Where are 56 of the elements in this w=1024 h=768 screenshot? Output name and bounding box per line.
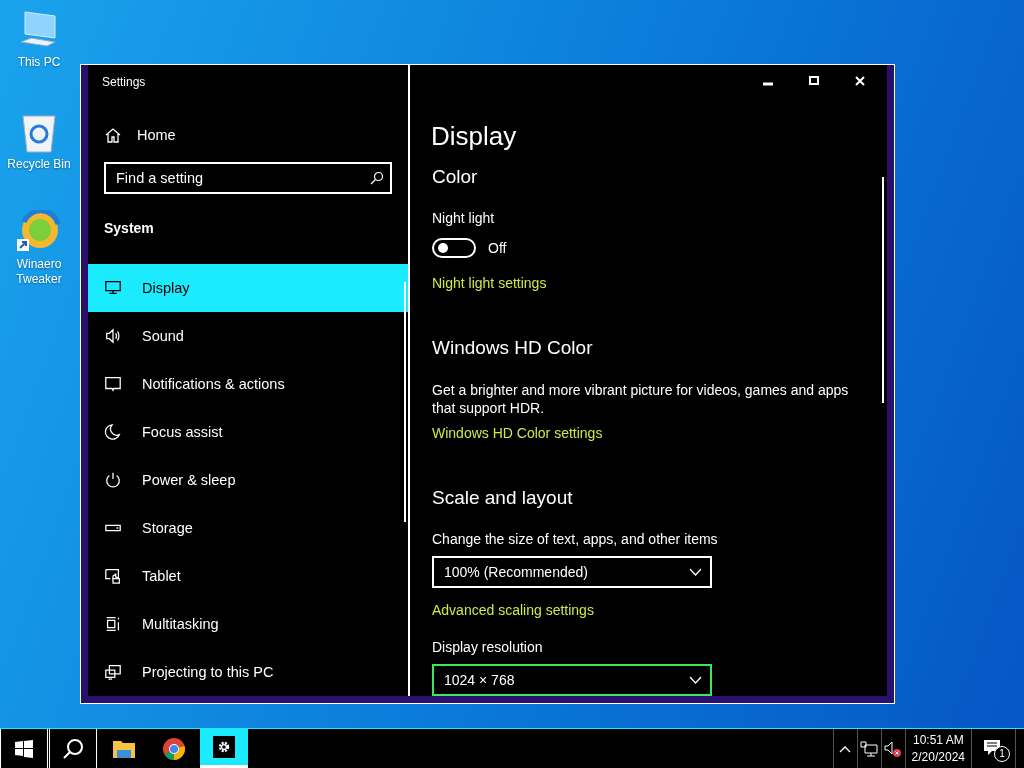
sidebar-item[interactable]: Multitasking <box>88 600 408 648</box>
chevron-down-icon <box>689 568 702 576</box>
sidebar-item[interactable]: Notifications & actions <box>88 360 408 408</box>
window-title: Settings <box>101 74 147 91</box>
sidebar-item[interactable]: Projecting to this PC <box>88 648 408 696</box>
home-nav-item[interactable]: Home <box>88 117 408 153</box>
search-icon <box>62 737 84 760</box>
start-button[interactable] <box>0 729 48 768</box>
close-icon <box>855 76 865 86</box>
home-label: Home <box>137 127 176 143</box>
power-icon <box>104 471 122 489</box>
section-heading: Scale and layout <box>431 487 573 509</box>
search-icon <box>370 171 384 185</box>
sidebar-item[interactable]: Power & sleep <box>88 456 408 504</box>
network-icon[interactable] <box>856 729 881 768</box>
projector-icon <box>104 663 122 681</box>
setting-label: Night light <box>431 210 495 226</box>
maximize-icon <box>809 76 819 86</box>
message-icon <box>104 375 122 393</box>
sidebar-item[interactable]: Tablet <box>88 552 408 600</box>
section-heading: Color <box>431 166 478 188</box>
speaker-icon <box>104 327 122 345</box>
setting-label: Change the size of text, apps, and other items <box>431 531 718 547</box>
toggle-state: Off <box>488 240 507 256</box>
app-icon[interactable] <box>16 210 62 254</box>
settings-link[interactable]: Windows HD Color settings <box>431 425 603 441</box>
sidebar-item[interactable]: Sound <box>88 312 408 360</box>
chevron-up-icon <box>839 744 852 753</box>
gear-icon <box>213 736 235 758</box>
dropdown[interactable]: 100% (Recommended) <box>432 556 712 588</box>
moon-icon <box>104 423 122 441</box>
settings-link[interactable]: Night light settings <box>431 275 547 291</box>
sidebar-item[interactable]: Focus assist <box>88 408 408 456</box>
chevron-down-icon <box>689 676 702 684</box>
section-heading: System <box>103 220 155 238</box>
search-button[interactable] <box>49 729 97 768</box>
scrollbar[interactable] <box>404 282 406 522</box>
setting-label: Display resolution <box>431 639 543 655</box>
tablet-icon <box>104 567 122 585</box>
monitor-icon <box>104 279 122 297</box>
scrollbar[interactable] <box>882 177 884 403</box>
sidebar-item[interactable]: Storage <box>88 504 408 552</box>
description-text: Get a brighter and more vibrant picture for videos, games and apps that support HDR. <box>431 381 850 417</box>
taskbar-app-button[interactable] <box>200 729 248 768</box>
folder-icon <box>112 738 136 759</box>
page-title: Display <box>431 121 517 152</box>
windows-logo-icon <box>15 739 33 758</box>
dropdown[interactable]: 1024 × 768 <box>432 664 712 696</box>
section-heading: Windows HD Color <box>431 337 593 359</box>
multitasking-icon <box>104 615 122 633</box>
sidebar-item[interactable]: Display <box>88 264 408 312</box>
settings-link[interactable]: Advanced scaling settings <box>431 602 594 618</box>
search-field[interactable]: Find a setting <box>104 162 392 194</box>
home-icon <box>105 127 121 143</box>
toggle-switch[interactable] <box>432 238 476 258</box>
browser-icon <box>162 736 186 761</box>
